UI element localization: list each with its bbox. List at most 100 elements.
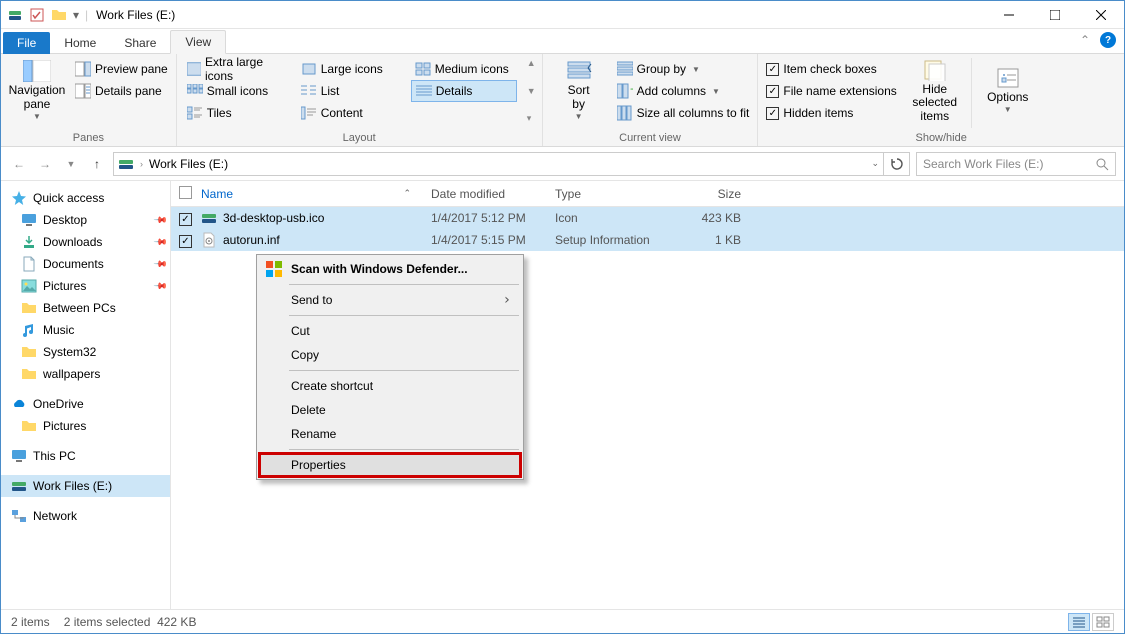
tab-view[interactable]: View — [170, 30, 226, 54]
navigation-pane: Quick access Desktop📌 Downloads📌 Documen… — [1, 181, 171, 609]
sort-by-button[interactable]: Sort by▼ — [549, 58, 609, 124]
status-selected: 2 items selected 422 KB — [64, 615, 197, 629]
svg-text:+: + — [630, 83, 633, 96]
nav-pictures[interactable]: Pictures📌 — [1, 275, 170, 297]
inf-file-icon — [201, 232, 217, 248]
refresh-button[interactable] — [884, 152, 910, 176]
ribbon-group-label: Show/hide — [764, 130, 1118, 146]
close-button[interactable] — [1078, 1, 1124, 29]
context-menu: Scan with Windows Defender... Send to› C… — [256, 254, 524, 480]
ribbon-group-layout: Extra large icons Large icons Medium ico… — [177, 54, 543, 146]
up-button[interactable]: ↑ — [87, 154, 107, 174]
layout-list[interactable]: List — [297, 80, 403, 102]
hidden-items-toggle[interactable]: ✓Hidden items — [764, 102, 898, 124]
select-all-checkbox[interactable] — [179, 186, 192, 199]
column-name[interactable]: Name⌃ — [201, 187, 431, 201]
tab-home[interactable]: Home — [50, 32, 110, 54]
ribbon: Navigation pane ▼ Preview pane Details p… — [1, 54, 1124, 147]
layout-expand-icon[interactable]: ▾ — [527, 113, 536, 124]
layout-extra-large[interactable]: Extra large icons — [183, 58, 289, 80]
pin-icon: 📌 — [153, 278, 169, 294]
file-row[interactable]: ✓ autorun.inf 1/4/2017 5:15 PM Setup Inf… — [171, 229, 1124, 251]
forward-button[interactable]: → — [35, 154, 55, 174]
add-columns-button[interactable]: +Add columns▼ — [615, 80, 752, 102]
nav-between-pcs[interactable]: Between PCs — [1, 297, 170, 319]
nav-network[interactable]: Network — [1, 505, 170, 527]
separator — [289, 449, 519, 450]
cm-rename[interactable]: Rename — [259, 422, 521, 446]
navigation-pane-button[interactable]: Navigation pane ▼ — [7, 58, 67, 124]
layout-large[interactable]: Large icons — [297, 58, 403, 80]
ribbon-tabs: File Home Share View ⌃ ? — [1, 29, 1124, 54]
nav-work-files-drive[interactable]: Work Files (E:) — [1, 475, 170, 497]
tab-file[interactable]: File — [3, 32, 50, 54]
row-checkbox[interactable]: ✓ — [179, 213, 192, 226]
help-icon[interactable]: ? — [1100, 32, 1116, 48]
cm-delete[interactable]: Delete — [259, 398, 521, 422]
ribbon-group-label: Layout — [183, 130, 536, 146]
nav-downloads[interactable]: Downloads📌 — [1, 231, 170, 253]
item-checkboxes-toggle[interactable]: ✓Item check boxes — [764, 58, 898, 80]
nav-desktop[interactable]: Desktop📌 — [1, 209, 170, 231]
collapse-ribbon-icon[interactable]: ⌃ — [1080, 33, 1090, 47]
layout-scroll-up-icon[interactable]: ▲ — [527, 58, 536, 68]
layout-details[interactable]: Details — [411, 80, 517, 102]
tab-share[interactable]: Share — [110, 32, 170, 54]
nav-onedrive-pictures[interactable]: Pictures — [1, 415, 170, 437]
breadcrumb[interactable]: › Work Files (E:) ⌄ — [113, 152, 884, 176]
cm-properties[interactable]: Properties — [259, 453, 521, 477]
address-history-icon[interactable]: ⌄ — [871, 158, 879, 169]
file-extensions-toggle[interactable]: ✓File name extensions — [764, 80, 898, 102]
pin-icon: 📌 — [153, 256, 169, 272]
drive-icon — [118, 156, 134, 172]
view-details-button[interactable] — [1068, 613, 1090, 631]
cm-scan-defender[interactable]: Scan with Windows Defender... — [259, 257, 521, 281]
nav-system32[interactable]: System32 — [1, 341, 170, 363]
window-title: Work Files (E:) — [96, 8, 175, 22]
nav-onedrive[interactable]: OneDrive — [1, 393, 170, 415]
layout-tiles[interactable]: Tiles — [183, 102, 289, 124]
minimize-button[interactable] — [986, 1, 1032, 29]
maximize-button[interactable] — [1032, 1, 1078, 29]
cm-copy[interactable]: Copy — [259, 343, 521, 367]
nav-music[interactable]: Music — [1, 319, 170, 341]
search-input[interactable]: Search Work Files (E:) — [916, 152, 1116, 176]
preview-pane-button[interactable]: Preview pane — [73, 58, 170, 80]
view-thumbnails-button[interactable] — [1092, 613, 1114, 631]
back-button[interactable]: ← — [9, 154, 29, 174]
cm-send-to[interactable]: Send to› — [259, 288, 521, 312]
hide-selected-button[interactable]: Hide selected items — [905, 58, 965, 124]
group-by-button[interactable]: Group by▼ — [615, 58, 752, 80]
column-size[interactable]: Size — [681, 187, 741, 201]
file-row[interactable]: ✓ 3d-desktop-usb.ico 1/4/2017 5:12 PM Ic… — [171, 207, 1124, 229]
ribbon-group-current-view: Sort by▼ Group by▼ +Add columns▼ Size al… — [543, 54, 759, 146]
cm-create-shortcut[interactable]: Create shortcut — [259, 374, 521, 398]
checkbox-icon[interactable] — [29, 7, 45, 23]
submenu-arrow-icon: › — [503, 292, 511, 308]
separator — [289, 370, 519, 371]
details-pane-button[interactable]: Details pane — [73, 80, 170, 102]
nav-this-pc[interactable]: This PC — [1, 445, 170, 467]
ribbon-group-panes: Navigation pane ▼ Preview pane Details p… — [1, 54, 177, 146]
nav-wallpapers[interactable]: wallpapers — [1, 363, 170, 385]
layout-medium[interactable]: Medium icons — [411, 58, 517, 80]
size-columns-button[interactable]: Size all columns to fit — [615, 102, 752, 124]
layout-scroll-down-icon[interactable]: ▼ — [527, 86, 536, 96]
drive-icon — [7, 7, 23, 23]
row-checkbox[interactable]: ✓ — [179, 235, 192, 248]
nav-documents[interactable]: Documents📌 — [1, 253, 170, 275]
options-button[interactable]: Options▼ — [978, 58, 1038, 124]
pin-icon: 📌 — [153, 234, 169, 250]
breadcrumb-text: Work Files (E:) — [149, 157, 228, 171]
window-controls — [986, 1, 1124, 29]
cm-cut[interactable]: Cut — [259, 319, 521, 343]
nav-quick-access[interactable]: Quick access — [1, 187, 170, 209]
layout-content[interactable]: Content — [297, 102, 403, 124]
column-date[interactable]: Date modified — [431, 187, 555, 201]
layout-small[interactable]: Small icons — [183, 80, 289, 102]
titlebar: ▾ | Work Files (E:) — [1, 1, 1124, 29]
qat-dropdown-icon[interactable]: ▾ — [73, 8, 79, 22]
recent-dropdown-icon[interactable]: ▼ — [61, 154, 81, 174]
column-type[interactable]: Type — [555, 187, 681, 201]
separator — [289, 284, 519, 285]
